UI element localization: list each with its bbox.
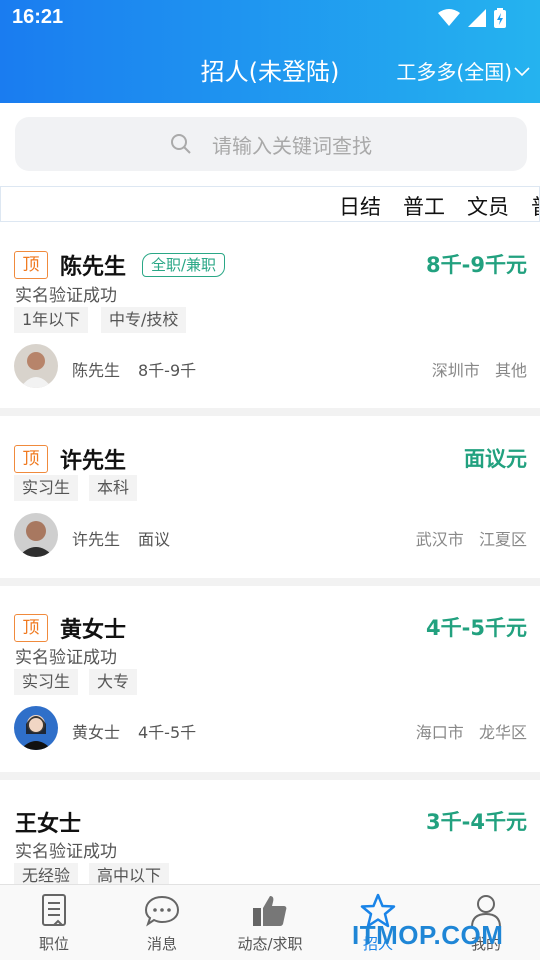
list-item[interactable]: 顶 黄女士 4千-5千元 实名验证成功 实习生 大专 黄女士 4千-5千 海口市… — [0, 586, 540, 772]
nav-item-feed[interactable]: 动态/求职 — [216, 885, 324, 960]
avatar — [14, 513, 58, 557]
avatar — [14, 706, 58, 750]
search-input[interactable]: 请输入关键词查找 — [15, 117, 527, 171]
recruiter-name: 王女士 — [15, 812, 82, 837]
search-icon — [171, 134, 191, 154]
nav-label: 消息 — [146, 935, 177, 953]
city-selector-label: 工多多(全国) — [396, 60, 512, 84]
salary: 4千-5千元 — [426, 616, 527, 640]
recruiter-name: 许先生 — [60, 449, 127, 474]
experience-chip: 实习生 — [14, 475, 79, 501]
contact-name: 陈先生 — [72, 361, 121, 380]
location: 深圳市 其他 — [432, 357, 527, 381]
wifi-icon — [438, 9, 460, 26]
avatar — [14, 344, 58, 388]
contact-salary: 面议 — [138, 530, 171, 549]
list-item[interactable]: 王女士 3千-4千元 实名验证成功 无经验 高中以下 — [0, 780, 540, 884]
verification-status: 实名验证成功 — [15, 648, 117, 668]
top-badge: 顶 — [14, 614, 48, 642]
education-chip: 本科 — [89, 475, 138, 501]
top-badge: 顶 — [14, 251, 48, 279]
contact-name: 黄女士 — [72, 723, 121, 742]
location-city: 海口市 — [415, 723, 464, 742]
location-city: 武汉市 — [415, 530, 464, 549]
location: 武汉市 江夏区 — [416, 526, 527, 550]
recruiter-name: 黄女士 — [60, 618, 127, 643]
tag-daily-pay[interactable]: 日结 — [339, 191, 381, 221]
tag-clerk[interactable]: 文员 — [467, 191, 509, 221]
salary: 8千-9千元 — [426, 253, 527, 277]
education-chip: 高中以下 — [89, 863, 170, 884]
document-icon — [42, 894, 66, 926]
thumbs-up-icon — [253, 896, 287, 926]
signal-icon — [468, 9, 486, 27]
tag-partial[interactable]: 普 — [531, 191, 539, 221]
recruiter-list: 顶 陈先生 全职/兼职 8千-9千元 实名验证成功 1年以下 中专/技校 陈先生… — [0, 222, 540, 884]
job-type-badge: 全职/兼职 — [142, 253, 226, 277]
city-selector[interactable]: 工多多(全国) — [396, 56, 530, 85]
status-icons — [438, 8, 506, 28]
location-district: 其他 — [494, 361, 527, 380]
location-district: 龙华区 — [478, 723, 527, 742]
verification-status: 实名验证成功 — [15, 286, 117, 306]
experience-chip: 实习生 — [14, 669, 79, 695]
salary: 3千-4千元 — [426, 810, 527, 834]
location: 海口市 龙华区 — [416, 719, 527, 743]
contact-name: 许先生 — [72, 530, 121, 549]
location-city: 深圳市 — [431, 361, 480, 380]
top-badge: 顶 — [14, 445, 48, 473]
nav-item-messages[interactable]: 消息 — [108, 885, 216, 960]
status-bar: 16:21 — [0, 0, 540, 36]
status-time: 16:21 — [12, 6, 64, 28]
nav-item-jobs[interactable]: 职位 — [0, 885, 108, 960]
education-chip: 大专 — [89, 669, 138, 695]
nav-label: 职位 — [38, 935, 69, 953]
salary: 面议元 — [464, 447, 527, 471]
tag-general-worker[interactable]: 普工 — [403, 191, 445, 221]
nav-label: 动态/求职 — [237, 935, 303, 953]
experience-chip: 无经验 — [14, 863, 79, 884]
search-area: 请输入关键词查找 — [0, 103, 540, 186]
contact-salary: 4千-5千 — [138, 723, 197, 742]
category-tag-strip: 日结 普工 文员 普 — [0, 186, 540, 222]
search-placeholder: 请输入关键词查找 — [212, 133, 372, 158]
education-chip: 中专/技校 — [101, 307, 187, 333]
battery-icon — [494, 8, 506, 28]
experience-chip: 1年以下 — [14, 307, 89, 333]
watermark: ITMOP.COM — [352, 920, 504, 950]
recruiter-name: 陈先生 — [60, 255, 127, 280]
list-item[interactable]: 顶 陈先生 全职/兼职 8千-9千元 实名验证成功 1年以下 中专/技校 陈先生… — [0, 222, 540, 408]
chevron-down-icon — [514, 66, 530, 76]
verification-status: 实名验证成功 — [15, 842, 117, 862]
app-header: 16:21 招人(未登陆) 工多多(全国) — [0, 0, 540, 103]
chat-bubble-icon — [144, 895, 180, 927]
location-district: 江夏区 — [478, 530, 527, 549]
contact-salary: 8千-9千 — [138, 361, 197, 380]
list-item[interactable]: 顶 许先生 面议元 实习生 本科 许先生 面议 武汉市 江夏区 — [0, 416, 540, 578]
